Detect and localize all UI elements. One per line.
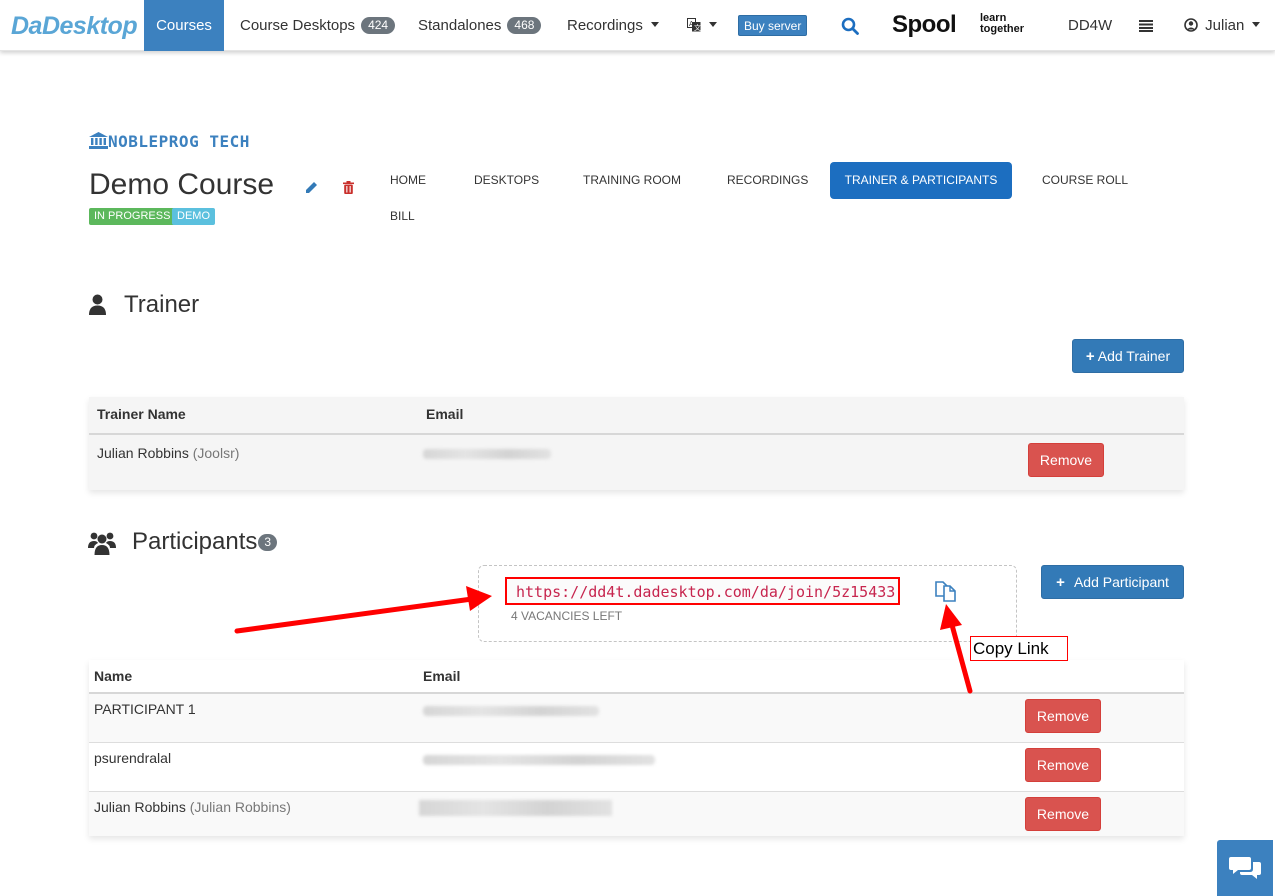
annotation-arrowhead-copy [940,604,962,630]
annotation-arrowhead-url [466,586,492,611]
annotation-arrow-to-url [234,596,475,634]
chat-widget-button[interactable] [1217,840,1273,896]
chat-icon [1229,857,1261,879]
copy-link-annotation: Copy Link [970,636,1068,661]
annotation-arrow-to-copy [949,622,973,694]
annotation-arrows [234,586,973,694]
